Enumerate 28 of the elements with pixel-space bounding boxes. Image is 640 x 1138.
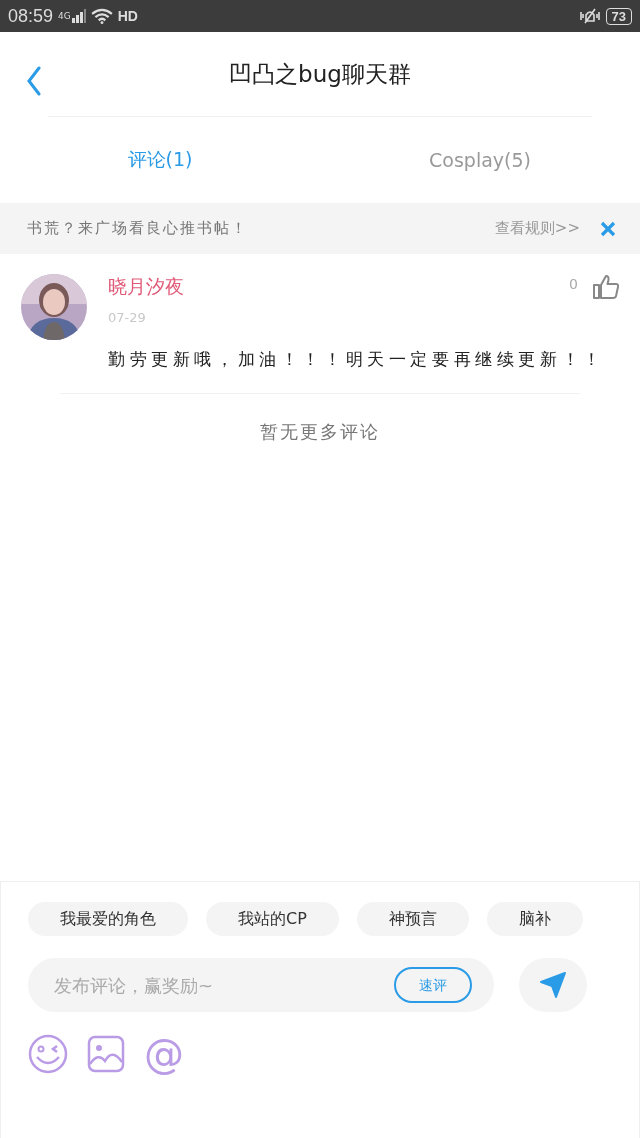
mention-icon[interactable]: @ — [144, 1034, 184, 1074]
emoji-icon[interactable] — [28, 1034, 68, 1074]
signal-icon — [71, 9, 86, 23]
topic-chip[interactable]: 我站的CP — [206, 902, 339, 936]
topic-chip[interactable]: 神预言 — [356, 902, 469, 936]
notice-text: 书荒？来广场看良心推书帖！ — [27, 219, 248, 238]
topic-chip[interactable]: 脑补 — [486, 902, 583, 936]
back-icon[interactable] — [26, 66, 42, 96]
rules-link[interactable]: 查看规则>> — [494, 219, 580, 238]
send-icon — [539, 971, 567, 999]
tab[interactable]: Cosplay(5) — [320, 149, 640, 171]
page-title: 凹凸之bug聊天群 — [229, 59, 411, 89]
clock-time: 08:59 — [8, 5, 54, 27]
username[interactable]: 晓月汐夜 — [108, 274, 184, 300]
end-of-list-note: 暂无更多评论 — [259, 420, 381, 444]
thumbs-up-icon[interactable] — [592, 274, 620, 300]
image-icon[interactable] — [86, 1034, 126, 1074]
quick-comment-button[interactable]: 速评 — [394, 967, 472, 1003]
hd-indicator: HD — [117, 8, 138, 24]
topic-chip[interactable]: 我最爱的角色 — [28, 902, 188, 936]
like-count: 0 — [569, 276, 578, 292]
tab[interactable]: 评论(1) — [0, 147, 320, 173]
comment-field[interactable]: 发布评论，赢奖励~ 速评 — [28, 958, 494, 1012]
battery-indicator: 73 — [605, 7, 632, 25]
close-icon[interactable] — [600, 220, 616, 237]
comment-text: 勤劳更新哦，加油！！！明天一定要再继续更新！！ — [108, 348, 606, 371]
network-type: 4G — [58, 10, 71, 21]
wifi-icon — [90, 8, 113, 24]
